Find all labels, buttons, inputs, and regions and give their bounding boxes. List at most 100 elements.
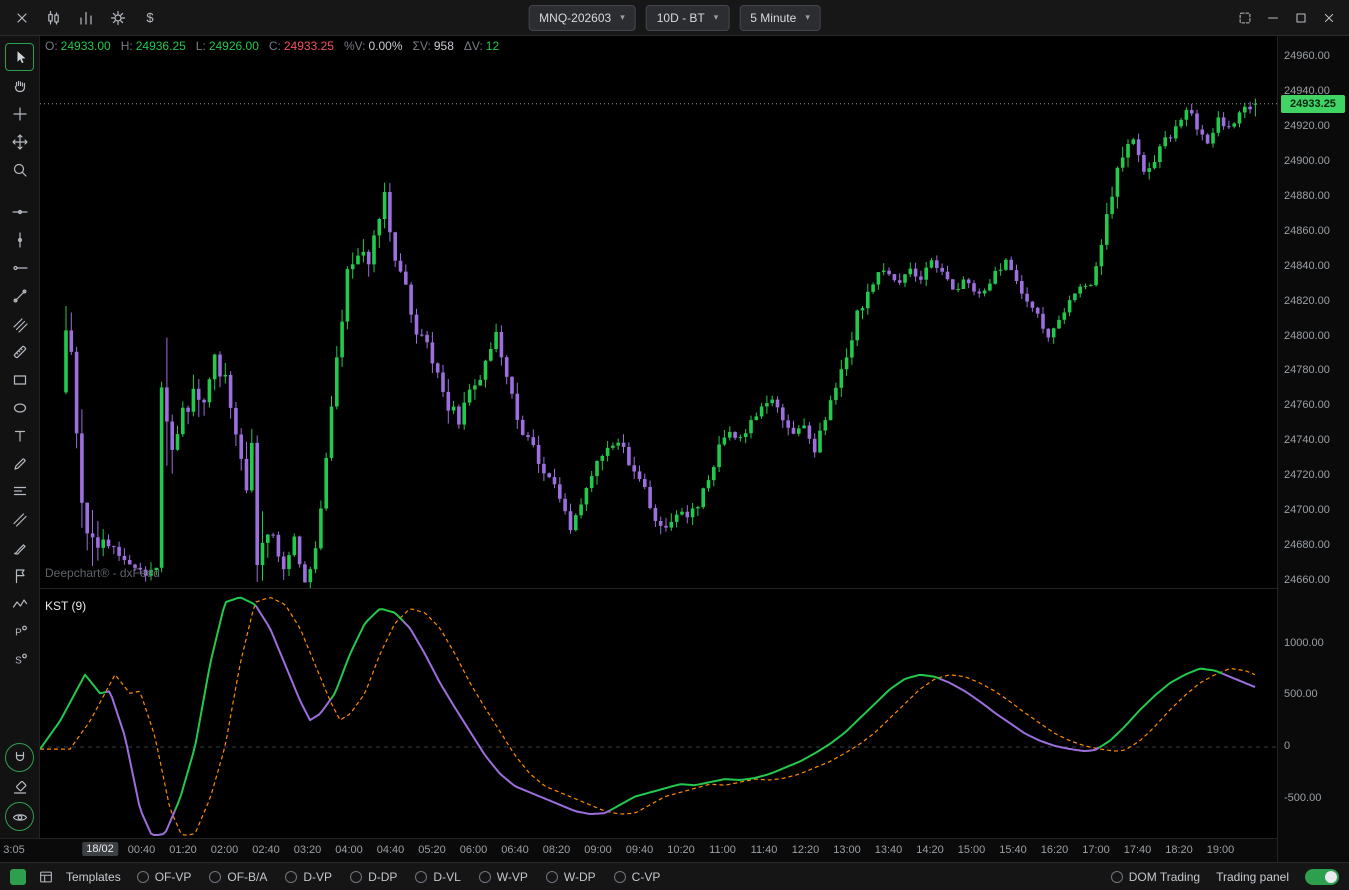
- bottombar: Templates OF-VP OF-B/A D-VP D-DP D-VL W-VP W-D…: [0, 862, 1349, 890]
- horizontal-line-tool[interactable]: [6, 199, 33, 225]
- snapshot-button[interactable]: [1233, 6, 1257, 30]
- chevron-down-icon: ▾: [805, 12, 810, 22]
- candlestick-chart[interactable]: [40, 36, 1277, 588]
- kst-chart[interactable]: [40, 589, 1277, 838]
- vertical-line-tool[interactable]: [6, 227, 33, 253]
- watermark: Deepchart® - dxFeed: [45, 566, 160, 580]
- time-axis-label: 12:20: [791, 844, 820, 856]
- ohlc-legend: O: 24933.00 H: 24936.25 L: 24926.00 C: 24933.25…: [45, 39, 499, 53]
- trading-panel-toggle[interactable]: [1305, 868, 1339, 885]
- legend-low: L: 24926.00: [196, 39, 259, 53]
- brush-tool[interactable]: [6, 535, 33, 561]
- active-layout-icon[interactable]: [10, 868, 26, 885]
- legend-high: H: 24936.25: [121, 39, 186, 53]
- radio-icon[interactable]: [1110, 870, 1123, 883]
- price-axis-label: 24820.00: [1284, 294, 1330, 307]
- price-axis-label: 24720.00: [1284, 469, 1330, 482]
- tool-group: PS: [6, 198, 33, 674]
- option-label: D-DP: [368, 869, 398, 884]
- time-axis-label: 10:20: [667, 844, 695, 856]
- bottombar-right: DOM Trading Trading panel: [1110, 868, 1339, 885]
- pricing-icon[interactable]: $: [138, 6, 162, 30]
- window-close-button[interactable]: [1317, 6, 1341, 30]
- trend-line-tool[interactable]: [6, 283, 33, 309]
- settings-icon[interactable]: [106, 6, 130, 30]
- rectangle-tool[interactable]: [6, 367, 33, 393]
- option-label: OF-VP: [154, 869, 192, 884]
- time-axis-label: 02:00: [210, 844, 239, 856]
- long-position-tool[interactable]: P: [6, 619, 33, 645]
- option-w-vp[interactable]: W-VP: [478, 870, 528, 884]
- horizontal-ray-tool[interactable]: [6, 255, 33, 281]
- ellipse-tool[interactable]: [6, 395, 33, 421]
- parallel-channel-tool[interactable]: [6, 507, 33, 533]
- move-tool[interactable]: [6, 129, 33, 155]
- indicator-pane: KST (9): [40, 589, 1277, 838]
- fib-retracement-tool[interactable]: [6, 479, 33, 505]
- time-axis[interactable]: 3:05 18/02 00:40 01:20 02:00 02:40 03:20 04:00 0…: [0, 838, 1277, 862]
- option-d-dp[interactable]: D-DP: [350, 870, 397, 884]
- radio-icon[interactable]: [209, 870, 222, 883]
- range-selector[interactable]: 10D - BT ▾: [645, 4, 730, 31]
- legend-high-value: 24936.25: [135, 39, 186, 53]
- cursor-tool[interactable]: [5, 43, 34, 71]
- kst-axis-label: 1000.00: [1284, 636, 1324, 649]
- legend-sum-volume: ΣV: 958: [413, 39, 454, 53]
- window-maximize-button[interactable]: [1289, 6, 1313, 30]
- timeframe-selector[interactable]: 5 Minute ▾: [739, 4, 821, 31]
- time-axis-label: 17:40: [1123, 844, 1152, 856]
- flag-tool[interactable]: [6, 563, 33, 589]
- eraser-tool[interactable]: [6, 774, 33, 800]
- time-axis-label: 03:20: [293, 844, 322, 856]
- radio-icon[interactable]: [478, 870, 491, 883]
- crosshair-tool[interactable]: [6, 101, 33, 127]
- pan-tool[interactable]: [6, 73, 33, 99]
- radio-icon[interactable]: [136, 870, 149, 883]
- indicators-icon[interactable]: [74, 6, 98, 30]
- option-of-vp[interactable]: OF-VP: [136, 869, 192, 884]
- window-minimize-button[interactable]: [1261, 6, 1285, 30]
- dom-trading-option[interactable]: DOM Trading: [1110, 870, 1200, 884]
- option-of-b-a[interactable]: OF-B/A: [209, 870, 267, 884]
- price-axis[interactable]: 24933.25 24960.00 24940.00 24920.00 24900.0…: [1277, 36, 1349, 862]
- radio-icon[interactable]: [545, 870, 558, 883]
- panel-close-button[interactable]: [10, 6, 34, 30]
- radio-icon[interactable]: [415, 870, 428, 883]
- templates-label[interactable]: Templates: [66, 870, 121, 884]
- kst-axis-label: 0: [1284, 740, 1291, 752]
- time-axis-label: 01:20: [169, 844, 197, 856]
- magnet-tool[interactable]: [5, 743, 34, 772]
- option-c-vp[interactable]: C-VP: [613, 869, 661, 884]
- pitchfork-tool[interactable]: [6, 311, 33, 337]
- svg-text:P: P: [15, 628, 22, 639]
- ruler-tool[interactable]: [6, 339, 33, 365]
- text-tool[interactable]: [6, 423, 33, 449]
- pane-resize-handle[interactable]: [40, 588, 1277, 589]
- radio-icon[interactable]: [350, 870, 363, 883]
- legend-close: C: 24933.25: [269, 39, 334, 53]
- kst-axis-label: 500.00: [1284, 688, 1318, 701]
- option-label: OF-B/A: [227, 869, 268, 884]
- tool-group: [5, 742, 34, 832]
- option-d-vp[interactable]: D-VP: [285, 870, 332, 884]
- option-label: C-VP: [631, 869, 661, 884]
- short-position-tool[interactable]: S: [6, 647, 33, 673]
- pattern-tool[interactable]: [6, 591, 33, 617]
- option-label: D-VL: [433, 869, 461, 884]
- option-w-dp[interactable]: W-DP: [545, 870, 596, 884]
- templates-icon: [34, 865, 58, 889]
- radio-icon[interactable]: [285, 870, 298, 883]
- option-d-vl[interactable]: D-VL: [415, 869, 461, 884]
- price-axis-label: 24680.00: [1284, 539, 1330, 552]
- price-axis-label: 24900.00: [1284, 154, 1330, 167]
- pencil-tool[interactable]: [6, 451, 33, 477]
- chart-type-icon[interactable]: [42, 6, 66, 30]
- legend-close-value: 24933.25: [283, 39, 334, 53]
- symbol-selector[interactable]: MNQ-202603 ▾: [528, 4, 636, 31]
- time-axis-label: 02:40: [252, 844, 280, 856]
- zoom-tool[interactable]: [6, 157, 33, 183]
- time-axis-label: 13:40: [874, 844, 903, 856]
- radio-icon[interactable]: [613, 870, 626, 883]
- timeframe-selector-label: 5 Minute: [750, 10, 797, 25]
- visibility-tool[interactable]: [5, 802, 34, 831]
